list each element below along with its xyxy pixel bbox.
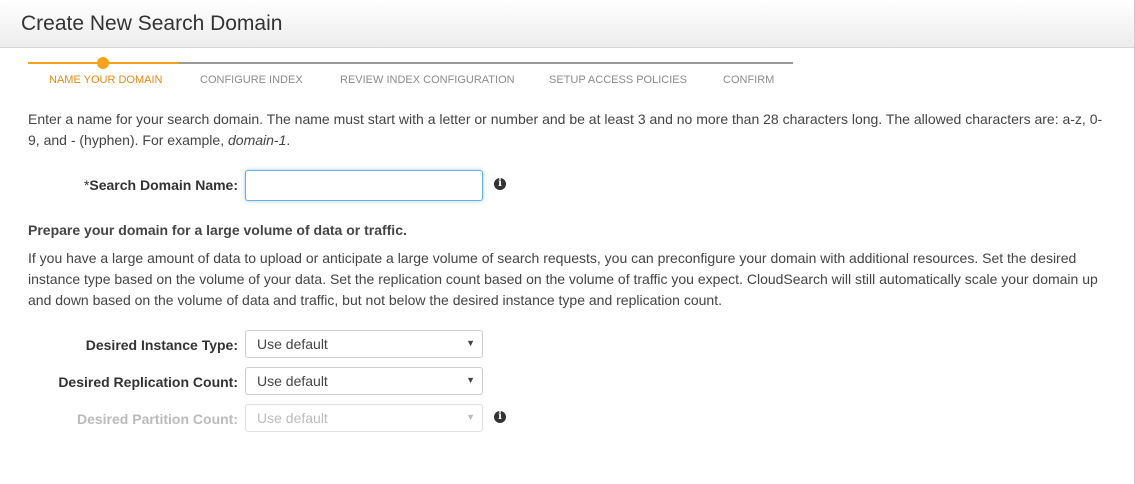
search-domain-name-label: *Search Domain Name: (0, 177, 238, 193)
replication-count-selected-value: Use default (257, 373, 328, 389)
prepare-description: If you have a large amount of data to up… (28, 250, 1098, 308)
search-domain-name-label-text: Search Domain Name: (89, 177, 238, 193)
intro-example: domain-1 (228, 132, 287, 148)
intro-suffix: . (286, 132, 291, 148)
instance-type-selected-value: Use default (257, 336, 328, 352)
partition-count-select: Use default ▼ (245, 404, 483, 432)
page-title: Create New Search Domain (21, 12, 283, 35)
wizard-step-review-index-configuration: REVIEW INDEX CONFIGURATION (340, 74, 515, 86)
page-header: Create New Search Domain (0, 0, 1134, 48)
partition-count-selected-value: Use default (257, 410, 328, 426)
instance-type-select[interactable]: Use default ▼ (245, 330, 483, 358)
wizard-step-configure-index: CONFIGURE INDEX (200, 74, 303, 86)
replication-count-label: Desired Replication Count: (58, 374, 238, 390)
info-icon[interactable]: i (494, 411, 506, 423)
chevron-down-icon: ▼ (466, 375, 475, 385)
chevron-down-icon: ▼ (466, 412, 475, 422)
info-icon[interactable]: i (494, 178, 506, 190)
wizard-current-step-dot (97, 57, 109, 69)
chevron-down-icon: ▼ (466, 338, 475, 348)
wizard-step-name-your-domain: NAME YOUR DOMAIN (49, 74, 163, 86)
create-search-domain-page: Create New Search Domain NAME YOUR DOMAI… (0, 0, 1135, 484)
partition-count-label: Desired Partition Count: (76, 411, 238, 427)
instance-type-label: Desired Instance Type: (85, 337, 238, 353)
replication-count-select[interactable]: Use default ▼ (245, 367, 483, 395)
search-domain-name-input[interactable] (245, 170, 483, 201)
intro-text: Enter a name for your search domain. The… (28, 109, 1113, 151)
prepare-heading: Prepare your domain for a large volume o… (28, 222, 407, 238)
wizard-step-setup-access-policies: SETUP ACCESS POLICIES (549, 74, 687, 86)
wizard-step-confirm: CONFIRM (723, 74, 775, 86)
intro-main-text: Enter a name for your search domain. The… (28, 111, 1103, 148)
